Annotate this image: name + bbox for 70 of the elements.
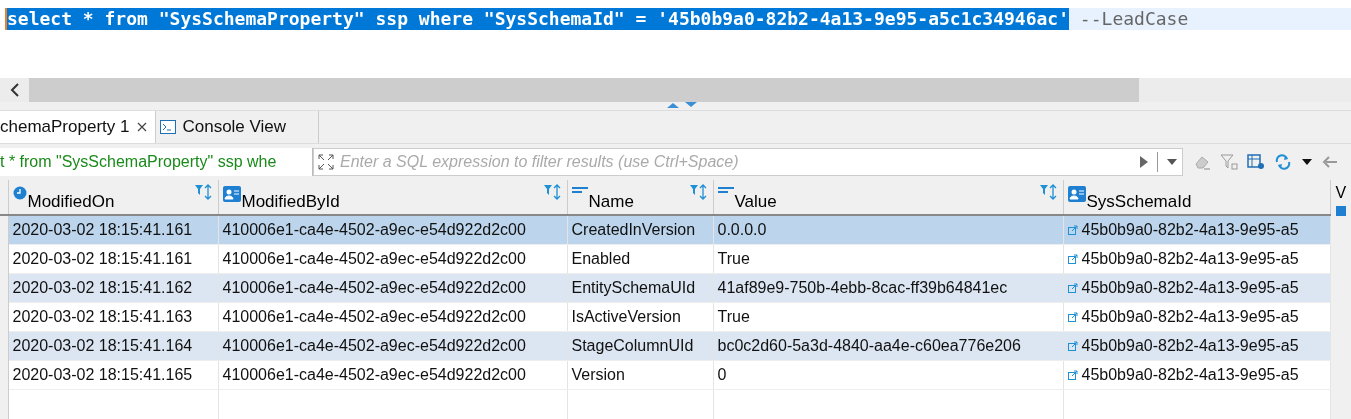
horizontal-scrollbar[interactable] xyxy=(0,78,1351,102)
table-cell: 41af89e9-750b-4ebb-8cac-ff39b64841ec xyxy=(713,273,1063,302)
table-cell: 2020-03-02 18:15:41.163 xyxy=(8,302,218,331)
table-cell: Version xyxy=(567,360,713,389)
sort-filter-icon[interactable] xyxy=(688,184,707,200)
sort-filter-icon[interactable] xyxy=(193,184,212,200)
sort-filter-icon[interactable] xyxy=(1038,184,1057,200)
table-cell: True xyxy=(713,244,1063,273)
tab[interactable]: chemaProperty 1 xyxy=(0,111,157,143)
external-link-icon[interactable] xyxy=(1067,340,1078,351)
table-cell: 410006e1-ca4e-4502-a9ec-e54d922d2c00 xyxy=(218,360,567,389)
filter-input[interactable]: Enter a SQL expression to filter results (use Ctrl+Space) xyxy=(338,152,1135,172)
play-icon[interactable] xyxy=(1139,155,1149,169)
sort-filter-icon[interactable] xyxy=(542,184,561,200)
chevron-left-icon[interactable] xyxy=(10,83,20,97)
table-cell: 410006e1-ca4e-4502-a9ec-e54d922d2c00 xyxy=(218,302,567,331)
caret-down-icon[interactable] xyxy=(1166,158,1178,166)
refresh-icon[interactable] xyxy=(1274,154,1292,170)
table-cell: 45b0b9a0-82b2-4a13-9e95-a5 xyxy=(1063,331,1330,360)
caret-down-icon[interactable] xyxy=(1301,158,1313,166)
table-cell: 410006e1-ca4e-4502-a9ec-e54d922d2c00 xyxy=(218,244,567,273)
id-card-icon xyxy=(1067,186,1086,202)
table-cell: 45b0b9a0-82b2-4a13-9e95-a5 xyxy=(1063,244,1330,273)
external-link-icon[interactable] xyxy=(1067,282,1078,293)
table-cell: 2020-03-02 18:15:41.164 xyxy=(8,331,218,360)
column-header[interactable]: SysSchemaId xyxy=(1063,180,1330,215)
clock-icon xyxy=(12,186,27,200)
table-cell: 410006e1-ca4e-4502-a9ec-e54d922d2c00 xyxy=(218,215,567,244)
table-cell: 45b0b9a0-82b2-4a13-9e95-a5 xyxy=(1063,215,1330,244)
table-settings-icon[interactable] xyxy=(1247,154,1265,170)
eraser-icon[interactable] xyxy=(1193,154,1211,170)
column-header[interactable]: ModifiedById xyxy=(218,180,567,215)
external-link-icon[interactable] xyxy=(1067,253,1078,264)
table-cell: 2020-03-02 18:15:41.165 xyxy=(8,360,218,389)
column-header[interactable]: Value xyxy=(713,180,1063,215)
id-card-icon xyxy=(222,186,241,202)
table-cell: 0 xyxy=(713,360,1063,389)
table-cell: 45b0b9a0-82b2-4a13-9e95-a5 xyxy=(1063,273,1330,302)
close-icon[interactable] xyxy=(137,122,148,132)
filter-field[interactable]: Enter a SQL expression to filter results (use Ctrl+Space) xyxy=(313,148,1183,176)
table-cell: 2020-03-02 18:15:41.161 xyxy=(8,215,218,244)
table-cell: 2020-03-02 18:15:41.162 xyxy=(8,273,218,302)
external-link-icon[interactable] xyxy=(1067,224,1078,235)
expand-icon[interactable] xyxy=(318,154,334,170)
table-cell: True xyxy=(713,302,1063,331)
table-cell: 2020-03-02 18:15:41.161 xyxy=(8,244,218,273)
table-cell: 0.0.0.0 xyxy=(713,215,1063,244)
table-cell: EntitySchemaUId xyxy=(567,273,713,302)
table-cell: bc0c2d60-5a3d-4840-aa4e-c60ea776e206 xyxy=(713,331,1063,360)
side-label: V xyxy=(1335,184,1347,202)
column-header[interactable]: Name xyxy=(567,180,713,215)
external-link-icon[interactable] xyxy=(1067,311,1078,322)
scrollbar-thumb[interactable] xyxy=(29,78,1139,102)
arrow-left-icon[interactable] xyxy=(1322,156,1338,168)
filter-icon[interactable] xyxy=(1220,154,1238,170)
table-cell: Enabled xyxy=(567,244,713,273)
table-cell: 45b0b9a0-82b2-4a13-9e95-a5 xyxy=(1063,302,1330,331)
sash-arrows-icon[interactable] xyxy=(665,102,699,108)
table-cell: IsActiveVersion xyxy=(567,302,713,331)
table-cell: 45b0b9a0-82b2-4a13-9e95-a5 xyxy=(1063,360,1330,389)
column-header[interactable]: ModifiedOn xyxy=(8,180,218,215)
text-type-icon xyxy=(571,186,588,194)
console-icon xyxy=(160,120,177,134)
external-link-icon[interactable] xyxy=(1067,369,1078,380)
table-cell: CreatedInVersion xyxy=(567,215,713,244)
table-cell: StageColumnUId xyxy=(567,331,713,360)
query-text: t * from "SysSchemaProperty" ssp whe xyxy=(0,148,313,176)
table-cell: 410006e1-ca4e-4502-a9ec-e54d922d2c00 xyxy=(218,331,567,360)
table-cell: 410006e1-ca4e-4502-a9ec-e54d922d2c00 xyxy=(218,273,567,302)
text-type-icon xyxy=(717,186,734,194)
